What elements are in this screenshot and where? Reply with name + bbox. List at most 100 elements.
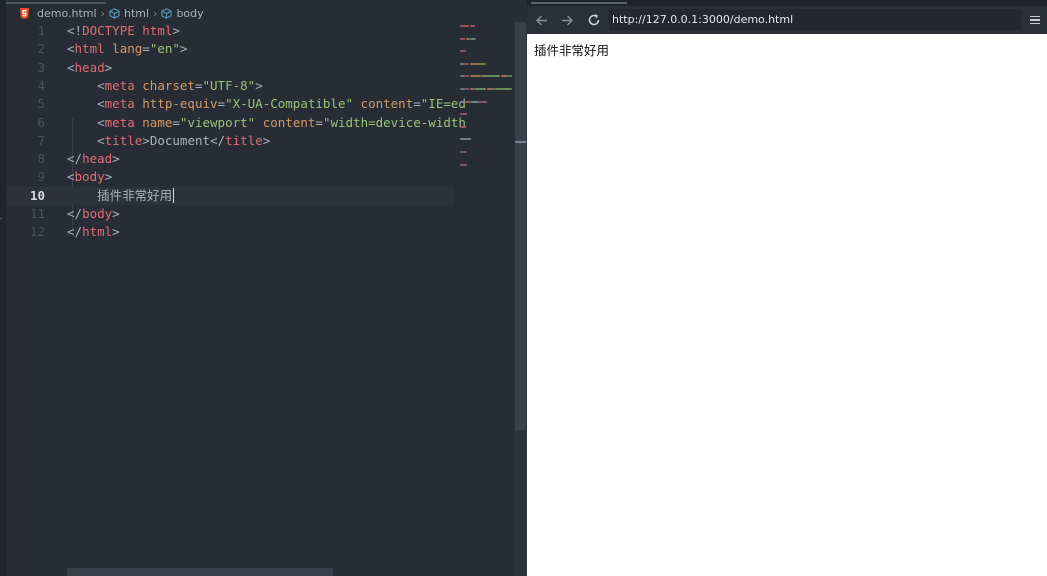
- forward-button[interactable]: [557, 10, 577, 30]
- minimap-token: [509, 75, 512, 78]
- line-source: </body>: [67, 205, 120, 223]
- code-token: >: [172, 23, 180, 38]
- breadcrumb-item-html[interactable]: html: [109, 7, 149, 20]
- code-token: meta: [104, 77, 135, 93]
- reload-button[interactable]: [584, 10, 604, 30]
- arrow-right-icon: [561, 15, 573, 25]
- line-number: 8: [37, 151, 45, 167]
- code-line[interactable]: 10 插件非常好用: [6, 186, 454, 205]
- code-token: <: [67, 114, 105, 130]
- code-lines[interactable]: 1 <!DOCTYPE html> 2 <html lang="en"> 3 <head>…: [6, 22, 466, 568]
- menu-button[interactable]: [1025, 10, 1045, 30]
- minimap-token: [501, 75, 508, 78]
- scrollbar-cursor-marker: [515, 141, 526, 143]
- code-line[interactable]: 4 <meta charset="UTF-8">: [6, 77, 454, 95]
- line-source: <!DOCTYPE html>: [67, 22, 180, 40]
- code-token: meta: [104, 114, 135, 130]
- code-token: <: [67, 41, 75, 57]
- screen: demo.html › html › body 1 <!DOCTYPE html>…: [0, 0, 1047, 576]
- code-token: title: [225, 132, 263, 148]
- line-number: 7: [37, 132, 45, 148]
- code-line[interactable]: 1 <!DOCTYPE html>: [6, 22, 454, 40]
- code-token: >: [112, 206, 120, 221]
- code-token: "UTF-8": [202, 77, 256, 93]
- code-token: meta: [104, 96, 135, 112]
- line-source: <title>Document</title>: [67, 132, 270, 150]
- breadcrumb-item-body[interactable]: body: [161, 6, 204, 20]
- line-number: 1: [37, 23, 45, 38]
- code-line[interactable]: 9 <body>: [6, 168, 454, 186]
- breadcrumb-file[interactable]: demo.html: [6, 7, 97, 20]
- code-token: >: [255, 77, 263, 93]
- code-line[interactable]: 5 <meta http-equiv="X-UA-Compatible" con…: [6, 95, 465, 113]
- code-token: >: [104, 169, 113, 185]
- line-source: <meta charset="UTF-8">: [67, 77, 263, 95]
- code-token: html: [74, 41, 105, 57]
- line-source: 插件非常好用: [67, 187, 175, 205]
- chevron-right-icon: ›: [100, 6, 105, 20]
- address-bar[interactable]: http://127.0.0.1:3000/demo.html: [609, 9, 1021, 30]
- code-token: 插件非常好用: [67, 187, 173, 203]
- minimap-token: [470, 62, 477, 65]
- code-token: =: [194, 77, 203, 93]
- minimap-token: [475, 88, 486, 90]
- code-token: =: [172, 114, 180, 130]
- code-token: html: [142, 23, 173, 38]
- line-number: 5: [37, 96, 45, 112]
- breadcrumb-item-label: body: [176, 6, 204, 20]
- code-token: <!: [67, 23, 83, 38]
- code-line[interactable]: 11 </body>: [6, 205, 454, 223]
- minimap-token: [475, 37, 476, 40]
- minimap-token: [485, 62, 486, 65]
- code-token: =: [217, 96, 226, 112]
- minimap-token: [465, 125, 466, 128]
- minimap[interactable]: [454, 22, 514, 182]
- code-line[interactable]: 7 <title>Document</title>: [6, 132, 454, 150]
- code-token: <: [67, 169, 75, 185]
- line-number: 12: [29, 224, 45, 240]
- code-line[interactable]: 6 <meta name="viewport" content="width=d…: [6, 114, 465, 132]
- line-source: <meta name="viewport" content="width=dev…: [67, 114, 466, 132]
- code-line[interactable]: 12 </html>: [6, 223, 454, 241]
- code-token: >: [142, 132, 150, 148]
- code-token: head: [82, 151, 113, 167]
- code-token: =: [413, 96, 421, 112]
- code-line[interactable]: 8 </head>: [6, 150, 454, 168]
- line-number: 2: [37, 41, 45, 57]
- code-token: =: [315, 114, 323, 130]
- code-token: "width=device-width: [322, 114, 466, 130]
- code-token: name: [142, 114, 173, 130]
- code-token: >: [112, 151, 120, 167]
- line-number: 3: [37, 59, 45, 75]
- code-line[interactable]: 2 <html lang="en">: [6, 40, 454, 58]
- minimap-token: [466, 151, 467, 153]
- cube-icon: [161, 7, 173, 19]
- code-token: Document: [149, 132, 211, 148]
- code-token: =: [142, 41, 150, 57]
- code-token: lang: [112, 41, 143, 57]
- code-line[interactable]: 3 <head>: [6, 59, 454, 77]
- vertical-scrollbar-thumb[interactable]: [515, 22, 526, 430]
- code-token: html: [82, 224, 113, 240]
- code-editor[interactable]: demo.html › html › body 1 <!DOCTYPE html>…: [0, 0, 527, 576]
- code-token: <: [67, 96, 105, 112]
- code-token: <: [67, 59, 75, 75]
- code-token: title: [104, 132, 143, 148]
- code-token: <: [67, 132, 105, 148]
- code-token: DOCTYPE: [82, 23, 135, 38]
- breadcrumb-item-label: html: [123, 6, 150, 20]
- horizontal-scrollbar-thumb[interactable]: [67, 568, 333, 576]
- line-number: 10: [29, 187, 45, 203]
- code-token: >: [104, 59, 113, 75]
- line-source: <head>: [67, 59, 112, 77]
- code-token: >: [112, 224, 120, 240]
- line-source: </html>: [67, 223, 120, 241]
- url-text: http://127.0.0.1:3000/demo.html: [612, 13, 794, 26]
- code-token: charset: [142, 77, 195, 93]
- browser-active-tab[interactable]: [531, 2, 627, 4]
- code-token: "en": [149, 41, 180, 57]
- breadcrumb: demo.html › html › body: [6, 4, 527, 22]
- breadcrumb-file-label: demo.html: [37, 6, 97, 20]
- back-button[interactable]: [531, 10, 551, 30]
